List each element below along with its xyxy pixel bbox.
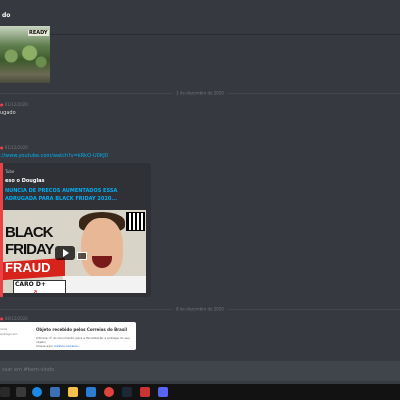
plants-image-content	[2, 44, 48, 74]
message-timestamp: ● 01/12/2020	[0, 145, 28, 150]
embed-title[interactable]: NUNCIA DE PRECOS AUMENTADOS ESSA ADRUGAD…	[5, 187, 145, 203]
windows-taskbar	[0, 384, 400, 400]
notification-title: Objeto recebido pelos Correios do Brasil	[36, 327, 127, 332]
app-icon[interactable]	[140, 387, 150, 397]
date-divider: 1 de dezembro de 2020	[0, 90, 400, 96]
thumb-text-black: BLACK	[5, 224, 53, 241]
video-thumbnail[interactable]: BLACK FRIDAY FRAUD CARO D+ ↗	[3, 210, 146, 293]
message-input-placeholder: ssar em #bem-vindo	[2, 367, 55, 373]
username-fragment: ●	[0, 316, 4, 321]
notification-body: Informe nº do documento para a fiscaliza…	[36, 336, 136, 348]
date-divider-label: 8 de dezembro de 2020	[173, 306, 227, 312]
youtube-link[interactable]: ://www.youtube.com/watch?v=kRkO-U0ItJ0	[0, 153, 108, 159]
arrow-up-icon: ↗	[31, 288, 38, 293]
person-shirt	[63, 276, 146, 293]
message-timestamp: ● 08/12/2020	[0, 316, 28, 321]
qr-code-icon	[126, 212, 145, 231]
image-attachment[interactable]: READY	[0, 26, 50, 83]
mail-icon[interactable]	[86, 387, 96, 397]
external-link-icon[interactable]	[77, 252, 87, 260]
date-divider: 8 de dezembro de 2020	[0, 306, 400, 312]
youtube-embed: Tube eso o Douglas NUNCIA DE PRECOS AUME…	[0, 163, 151, 297]
correios-embed[interactable]: reios entrega em Objeto recebido pelos C…	[0, 322, 136, 350]
thumb-text-friday: FRIDAY	[5, 241, 54, 258]
username-fragment: ●	[0, 145, 4, 150]
username-fragment: ●	[0, 102, 4, 107]
image-label: READY	[28, 30, 49, 36]
folder-icon[interactable]	[68, 387, 78, 397]
discord-icon[interactable]	[158, 387, 168, 397]
search-icon[interactable]	[0, 387, 10, 397]
store-icon[interactable]	[50, 387, 60, 397]
message-text: ugado	[0, 110, 16, 116]
message-input[interactable]: ssar em #bem-vindo	[0, 361, 400, 381]
notification-link-prefix: Clique aqui	[36, 344, 54, 348]
embed-author[interactable]: eso o Douglas	[5, 178, 45, 184]
channel-header: do	[0, 0, 400, 35]
timestamp-text: 08/12/2020	[4, 316, 28, 321]
notification-body-text: Informe nº do documento para a fiscaliza…	[36, 336, 130, 344]
date-divider-label: 1 de dezembro de 2020	[173, 90, 227, 96]
steam-icon[interactable]	[122, 387, 132, 397]
notification-link[interactable]: minhos.correios...	[54, 344, 81, 348]
timestamp-text: 01/12/2020	[4, 145, 28, 150]
thumb-text-fraud: FRAUD	[5, 260, 51, 275]
embed-provider[interactable]: Tube	[5, 169, 14, 174]
chrome-icon[interactable]	[104, 387, 114, 397]
thumb-text-caro: CARO D+	[13, 280, 66, 293]
edge-icon[interactable]	[32, 387, 42, 397]
play-icon[interactable]	[55, 246, 75, 260]
channel-title: do	[2, 12, 11, 19]
task-view-icon[interactable]	[16, 387, 26, 397]
person-face	[81, 218, 123, 278]
timestamp-text: 01/12/2020	[4, 102, 28, 107]
message-timestamp: ● 01/12/2020	[0, 102, 28, 107]
correios-logo: reios entrega em	[0, 327, 18, 336]
